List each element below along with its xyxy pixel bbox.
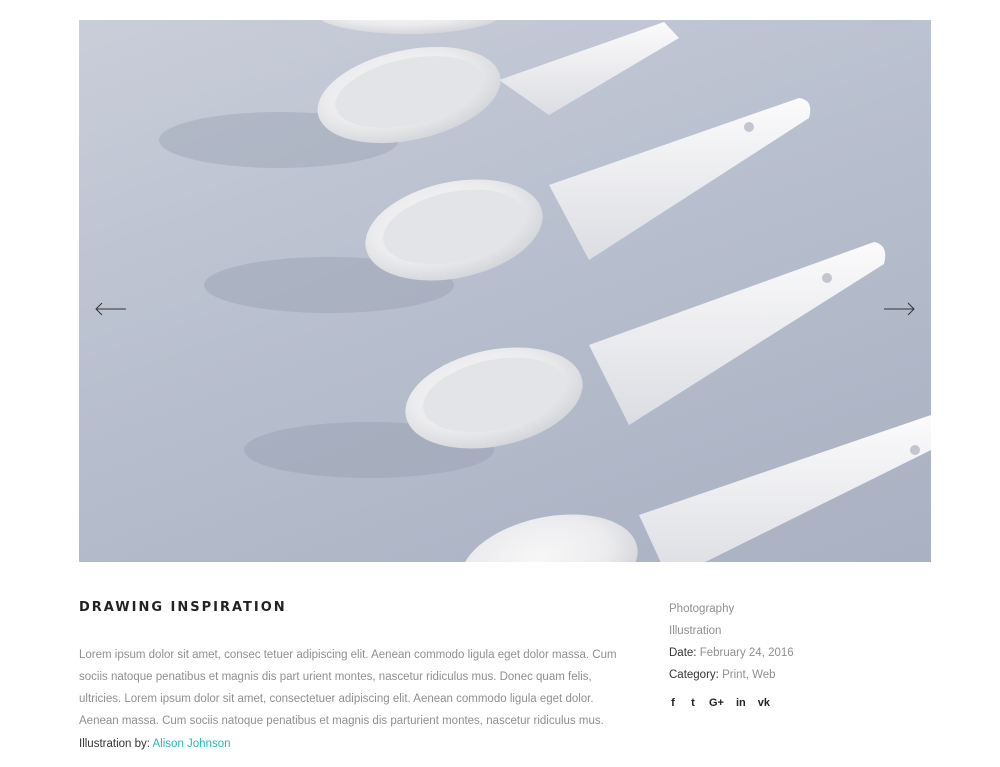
arrow-right-icon (884, 302, 915, 316)
tag-illustration[interactable]: Illustration (669, 620, 794, 642)
credit-author-link[interactable]: Alison Johnson (153, 738, 231, 750)
category-print-link[interactable]: Print (722, 669, 746, 681)
credit-label: Illustration by: (79, 738, 150, 750)
category-web-link[interactable]: Web (752, 669, 775, 681)
portfolio-slider (79, 20, 931, 562)
linkedin-icon[interactable]: in (736, 697, 746, 709)
tag-photography[interactable]: Photography (669, 598, 794, 620)
spoons-photo (159, 20, 931, 562)
facebook-icon[interactable]: f (669, 697, 677, 709)
slider-next-button[interactable] (882, 299, 916, 319)
twitter-icon[interactable]: t (689, 697, 697, 709)
project-credit: Illustration by: Alison Johnson (79, 738, 231, 750)
social-share: f t G+ in vk (669, 697, 770, 709)
date-label: Date: (669, 647, 697, 659)
date-value: February 24, 2016 (699, 647, 794, 659)
meta-category: Category: Print, Web (669, 669, 776, 681)
vk-icon[interactable]: vk (758, 697, 770, 709)
project-title: DRAWING INSPIRATION (79, 600, 287, 615)
slider-prev-button[interactable] (94, 299, 128, 319)
project-description: Lorem ipsum dolor sit amet, consec tetue… (79, 649, 617, 727)
google-plus-icon[interactable]: G+ (709, 697, 724, 709)
category-label: Category: (669, 669, 719, 681)
project-meta: Photography Illustration Date: February … (669, 598, 794, 686)
arrow-left-icon (95, 302, 126, 316)
meta-date: Date: February 24, 2016 (669, 642, 794, 664)
